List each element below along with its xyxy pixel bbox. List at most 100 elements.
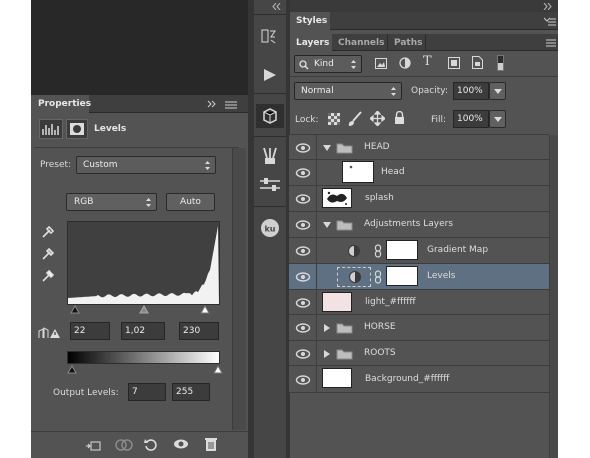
output-black-field[interactable]: 7 (128, 383, 166, 401)
panel-menu-icon[interactable] (544, 17, 556, 26)
layer-row[interactable]: light_#ffffff (289, 290, 549, 315)
layer-row[interactable]: HORSE (289, 315, 549, 341)
history-icon[interactable] (261, 27, 281, 45)
tab-layers[interactable]: Layers (290, 34, 332, 51)
brush-presets-icon[interactable] (260, 146, 280, 166)
updown-arrows-icon (351, 60, 356, 69)
eye-icon[interactable] (173, 438, 189, 450)
collapse-arrows-icon[interactable] (272, 3, 282, 10)
input-white-field[interactable]: 230 (179, 322, 219, 340)
blend-mode-select[interactable]: Normal (294, 82, 402, 100)
layer-visibility-toggle[interactable] (289, 212, 317, 238)
trash-icon[interactable] (204, 436, 218, 452)
chain-link-icon[interactable] (374, 270, 382, 287)
disclosure-open-icon[interactable] (323, 221, 331, 232)
layer-visibility-toggle[interactable] (289, 135, 317, 160)
view-previous-icon[interactable] (114, 438, 134, 452)
panel-menu-icon[interactable] (207, 100, 243, 109)
layer-name: Adjustments Layers (364, 219, 454, 229)
channel-value: RGB (74, 197, 94, 207)
layer-thumbnail[interactable] (342, 161, 374, 183)
layer-visibility-toggle[interactable] (289, 186, 317, 212)
layer-row[interactable]: Levels (289, 264, 549, 290)
kuler-icon[interactable]: ku (260, 218, 280, 238)
fill-field[interactable]: 100% (453, 110, 489, 128)
clipping-warning-icon[interactable] (37, 326, 61, 340)
layer-row[interactable]: Adjustments Layers (289, 212, 549, 238)
filter-toggle[interactable] (497, 55, 504, 71)
tab-paths[interactable]: Paths (388, 34, 426, 51)
tab-properties[interactable]: Properties (31, 95, 91, 113)
clip-to-layer-icon[interactable] (85, 438, 101, 452)
layer-row[interactable]: HEAD (289, 135, 549, 160)
disclosure-open-icon[interactable] (323, 144, 331, 155)
layer-visibility-toggle[interactable] (289, 238, 317, 264)
layer-thumbnail[interactable] (322, 368, 352, 388)
tab-styles[interactable]: Styles (290, 12, 330, 30)
layer-visibility-toggle[interactable] (289, 366, 317, 393)
updown-arrows-icon (146, 198, 151, 207)
opacity-dropdown[interactable] (489, 82, 506, 100)
layer-row[interactable]: Gradient Map (289, 238, 549, 264)
eyedropper-icon[interactable] (40, 224, 56, 240)
svg-text:ku: ku (264, 225, 275, 234)
mask-icon[interactable] (66, 119, 88, 139)
updown-arrows-icon (391, 87, 396, 96)
disclosure-closed-icon[interactable] (323, 349, 331, 361)
layer-visibility-toggle[interactable] (289, 264, 317, 290)
output-gradient (67, 351, 220, 364)
layer-thumbnail[interactable] (322, 292, 352, 312)
type-filter-icon[interactable]: T (423, 54, 432, 69)
adjustment-filter-icon[interactable] (399, 57, 411, 69)
chain-link-icon[interactable] (374, 244, 382, 261)
tab-channels[interactable]: Channels (332, 34, 388, 51)
lock-icon[interactable] (394, 111, 405, 125)
right-margin (558, 0, 590, 458)
eyedropper-icon[interactable] (40, 268, 56, 284)
layer-visibility-toggle[interactable] (289, 160, 317, 186)
output-white-field[interactable]: 255 (172, 383, 210, 401)
input-level-sliders[interactable] (70, 304, 222, 314)
input-black-field[interactable]: 22 (70, 322, 110, 340)
properties-scrollbar[interactable] (232, 148, 246, 430)
eye-icon (295, 142, 311, 156)
search-icon (299, 60, 309, 70)
filter-kind-select[interactable]: Kind (294, 55, 362, 73)
layer-mask-thumbnail[interactable] (386, 266, 418, 286)
3d-panel-button[interactable] (256, 104, 284, 128)
layer-visibility-toggle[interactable] (289, 290, 317, 315)
shape-filter-icon[interactable] (448, 57, 460, 69)
layer-thumbnail[interactable] (322, 188, 352, 208)
opacity-field[interactable]: 100% (453, 82, 489, 100)
brush-icon[interactable] (347, 111, 363, 127)
layers-scrollbar[interactable] (549, 135, 558, 458)
adjustment-sliders-icon[interactable] (259, 177, 281, 193)
layer-mask-thumbnail[interactable] (386, 240, 418, 260)
preset-select[interactable]: Custom (76, 156, 216, 174)
layer-name: ROOTS (364, 347, 396, 358)
play-action-icon[interactable] (262, 68, 278, 82)
channel-select[interactable]: RGB (66, 193, 157, 211)
lock-transparent-icon[interactable] (328, 113, 340, 125)
layer-row[interactable]: Head (289, 160, 549, 186)
pixel-filter-icon[interactable] (375, 58, 387, 69)
panel-menu-icon[interactable] (544, 38, 556, 47)
layer-row[interactable]: Background_#ffffff (289, 366, 549, 393)
layer-visibility-toggle[interactable] (289, 341, 317, 366)
input-gamma-field[interactable]: 1,02 (121, 322, 165, 340)
eyedropper-icon[interactable] (40, 246, 56, 262)
layer-row[interactable]: ROOTS (289, 341, 549, 366)
collapse-arrows-icon[interactable] (543, 3, 553, 10)
layer-visibility-toggle[interactable] (289, 315, 317, 341)
eye-icon (295, 194, 311, 207)
layer-name: splash (365, 193, 394, 203)
fill-dropdown[interactable] (489, 110, 506, 128)
output-level-sliders[interactable] (66, 364, 224, 374)
auto-button[interactable]: Auto (166, 193, 215, 211)
layer-row[interactable]: splash (289, 186, 549, 212)
blend-mode-value: Normal (301, 86, 334, 96)
reset-icon[interactable] (143, 437, 159, 453)
disclosure-closed-icon[interactable] (323, 324, 331, 335)
move-icon[interactable] (370, 111, 385, 126)
smart-object-filter-icon[interactable] (472, 56, 483, 69)
